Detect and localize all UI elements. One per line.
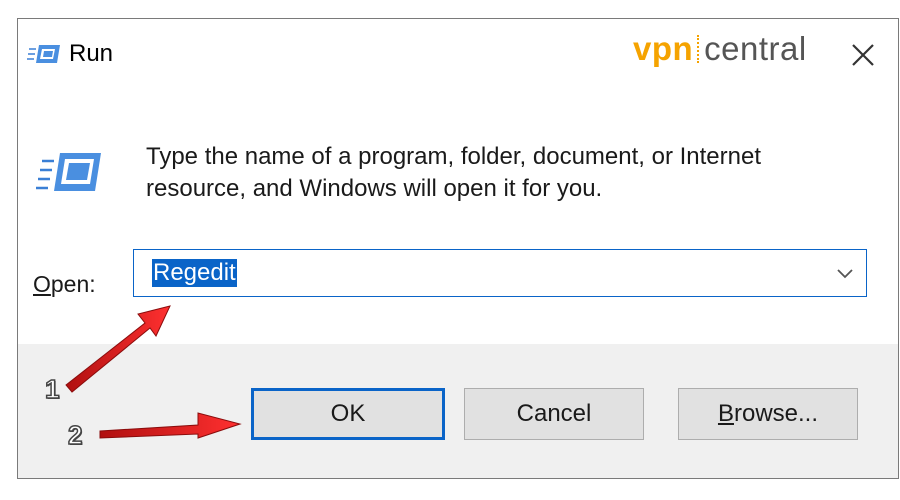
dialog-content: Type the name of a program, folder, docu… (18, 89, 898, 344)
annotation-number-1: 1 (44, 373, 60, 405)
open-label: Open: (33, 271, 96, 298)
annotation-number-2: 2 (67, 419, 83, 451)
close-icon[interactable] (845, 37, 881, 73)
cancel-button[interactable]: Cancel (464, 388, 644, 440)
logo-separator (697, 35, 700, 63)
run-app-icon (36, 153, 101, 191)
run-dialog-window: Run vpn central Type the name of a progr… (17, 18, 899, 479)
browse-access-key: B (717, 400, 734, 427)
open-input-value[interactable]: Regedit (152, 259, 237, 287)
browse-label-text: rowse... (733, 400, 819, 427)
browse-button[interactable]: Browse... (678, 388, 858, 440)
vpncentral-logo: vpn central (633, 29, 807, 69)
open-label-text: pen: (50, 271, 96, 297)
logo-central-text: central (704, 30, 807, 67)
ok-button[interactable]: OK (251, 388, 445, 440)
logo-vpn-text: vpn (633, 30, 694, 67)
window-title: Run (69, 40, 114, 67)
title-bar: Run vpn central (18, 19, 898, 89)
run-app-icon (27, 45, 60, 63)
open-combobox[interactable]: Regedit (133, 249, 867, 297)
chevron-down-icon[interactable] (836, 266, 854, 280)
dialog-message: Type the name of a program, folder, docu… (146, 143, 762, 202)
open-label-access-key: O (33, 271, 51, 297)
